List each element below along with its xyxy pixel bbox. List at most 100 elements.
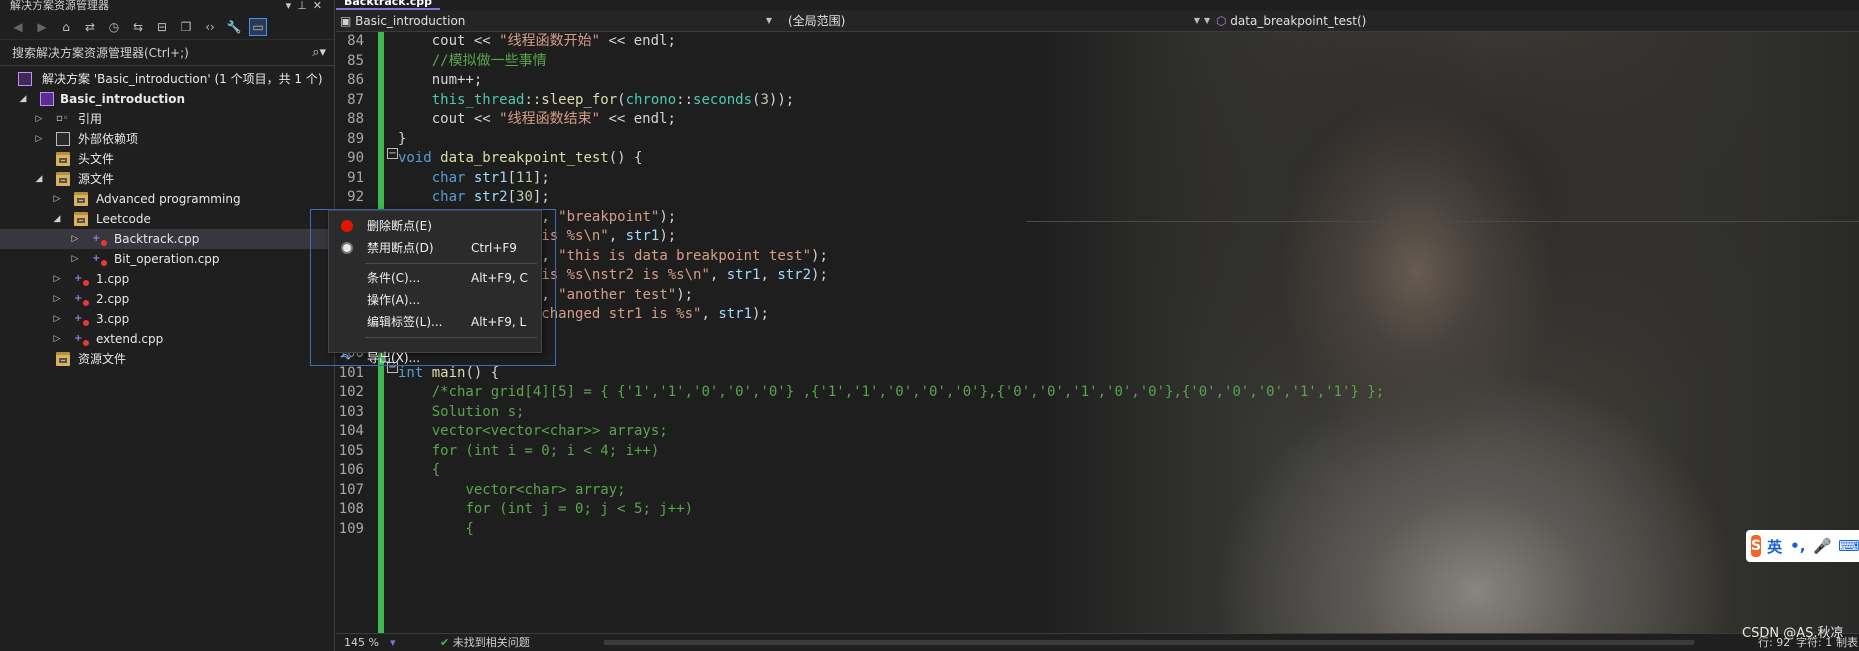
close-icon[interactable]: ✕ bbox=[313, 0, 328, 12]
scope-dropdown[interactable]: (全局范围) ▼ bbox=[788, 10, 1206, 32]
collapse-arrow-icon[interactable]: ▷ bbox=[70, 249, 80, 269]
pending-changes-icon[interactable]: ◷ bbox=[106, 19, 122, 35]
collapse-arrow-icon[interactable]: ▷ bbox=[52, 329, 62, 349]
dropdown-icon[interactable]: ▾ bbox=[286, 0, 298, 12]
tree-item-references[interactable]: ▷ ▫◦ 引用 bbox=[0, 109, 334, 129]
ime-toolbar[interactable]: S 英 •, 🎤 ⌨ bbox=[1746, 530, 1859, 562]
menu-item-export[interactable]: ↷ 导出(X)... bbox=[329, 347, 541, 369]
search-icon[interactable]: ⌕▾ bbox=[312, 45, 326, 60]
code-line: } bbox=[398, 325, 1859, 345]
code-view-icon[interactable]: ‹› bbox=[202, 19, 218, 35]
menu-item-conditions[interactable]: 条件(C)... Alt+F9, C bbox=[329, 267, 541, 289]
collapse-arrow-icon[interactable]: ▷ bbox=[52, 289, 62, 309]
issues-indicator[interactable]: ✔ 未找到相关问题 bbox=[440, 634, 530, 651]
tree-item-leetcode[interactable]: ◢ Leetcode bbox=[0, 209, 334, 229]
tree-item-backtrack-cpp[interactable]: ▷ + Backtrack.cpp bbox=[0, 229, 334, 249]
line-number: 87 bbox=[347, 91, 364, 108]
microphone-icon[interactable]: 🎤 bbox=[1813, 537, 1832, 555]
search-input[interactable]: 搜索解决方案资源管理器(Ctrl+;) bbox=[12, 44, 189, 61]
collapse-arrow-icon[interactable]: ▷ bbox=[70, 229, 80, 249]
code-line: char str1[11]; bbox=[431, 169, 550, 186]
solution-explorer-search[interactable]: 搜索解决方案资源管理器(Ctrl+;) ⌕▾ bbox=[0, 40, 334, 66]
ime-language[interactable]: 英 bbox=[1767, 536, 1782, 557]
issues-text: 未找到相关问题 bbox=[452, 636, 530, 649]
pin-icon[interactable]: ⊥ bbox=[297, 0, 313, 12]
menu-item-shortcut: Alt+F9, C bbox=[471, 271, 528, 285]
code-line: this_thread::sleep_for(chrono::seconds(3… bbox=[431, 91, 795, 108]
properties-wrench-icon[interactable]: 🔧 bbox=[226, 19, 242, 35]
external-deps-icon bbox=[56, 132, 70, 146]
code-line: printf("this changed str1 is %s", str1); bbox=[432, 306, 769, 322]
expand-arrow-icon[interactable]: ◢ bbox=[34, 169, 44, 189]
function-dropdown[interactable]: ▼ ⬡ data_breakpoint_test() bbox=[1204, 10, 1856, 32]
back-icon[interactable]: ◀ bbox=[10, 19, 26, 35]
collapse-all-icon[interactable]: ⊟ bbox=[154, 19, 170, 35]
zoom-dropdown-icon[interactable]: ▾ bbox=[390, 634, 396, 651]
status-bar: 145 % ▾ ✔ 未找到相关问题 行: 92 字符: 1 制表符 bbox=[336, 633, 1859, 651]
tree-item-label: extend.cpp bbox=[96, 332, 164, 346]
collapse-arrow-icon[interactable]: ▷ bbox=[52, 269, 62, 289]
tree-item-label: Backtrack.cpp bbox=[114, 232, 200, 246]
expand-arrow-icon[interactable]: ◢ bbox=[18, 89, 28, 109]
filter-folder-icon bbox=[56, 352, 70, 366]
solution-explorer-title-bar: 解决方案资源管理器 ▾⊥✕ bbox=[0, 0, 334, 14]
tree-item-headers[interactable]: 头文件 bbox=[0, 149, 334, 169]
switch-views-icon[interactable]: ⇄ bbox=[82, 19, 98, 35]
preview-selected-icon[interactable]: ▭ bbox=[249, 17, 267, 36]
tree-project[interactable]: ◢ Basic_introduction bbox=[0, 89, 334, 109]
code-line: Solution s; bbox=[431, 403, 525, 420]
chevron-down-icon: ▼ bbox=[1204, 16, 1211, 25]
tree-item-sources[interactable]: ◢ 源文件 bbox=[0, 169, 334, 189]
show-all-files-icon[interactable]: ❐ bbox=[178, 19, 194, 35]
tree-item-2-cpp[interactable]: ▷ + 2.cpp bbox=[0, 289, 334, 309]
collapse-arrow-icon[interactable]: ▷ bbox=[52, 189, 62, 209]
punctuation-icon[interactable]: •, bbox=[1790, 537, 1805, 555]
tree-solution[interactable]: 解决方案 'Basic_introduction' (1 个项目，共 1 个) bbox=[0, 69, 334, 89]
tree-item-label: Leetcode bbox=[96, 212, 151, 226]
zoom-level[interactable]: 145 % bbox=[344, 634, 379, 651]
menu-item-disable-breakpoint[interactable]: 禁用断点(D) Ctrl+F9 bbox=[329, 237, 541, 259]
code-line: } bbox=[398, 130, 407, 147]
tree-item-advanced-programming[interactable]: ▷ Advanced programming bbox=[0, 189, 334, 209]
tree-item-label: 2.cpp bbox=[96, 292, 130, 306]
horizontal-scrollbar[interactable] bbox=[604, 640, 1694, 645]
menu-item-actions[interactable]: 操作(A)... bbox=[329, 289, 541, 311]
fold-toggle-icon[interactable]: − bbox=[387, 148, 398, 159]
keyboard-icon[interactable]: ⌨ bbox=[1838, 537, 1859, 555]
menu-item-label: 禁用断点(D) bbox=[367, 241, 434, 255]
tree-item-label: 资源文件 bbox=[78, 352, 127, 366]
cpp-file-icon: + bbox=[74, 292, 89, 306]
expand-arrow-icon[interactable]: ◢ bbox=[52, 209, 62, 229]
code-area[interactable]: cout << "线程函数开始" << endl; //模拟做一些事情 num+… bbox=[398, 32, 1859, 539]
code-line: for (int i = 0; i < 4; i++) bbox=[431, 442, 660, 459]
project-dropdown[interactable]: ▣ Basic_introduction ▼ bbox=[340, 10, 778, 32]
menu-item-label: 编辑标签(L)... bbox=[367, 315, 443, 329]
tree-item-external-deps[interactable]: ▷ 外部依赖项 bbox=[0, 129, 334, 149]
tree-item-extend-cpp[interactable]: ▷ + extend.cpp bbox=[0, 329, 334, 349]
tree-item-label: Advanced programming bbox=[96, 192, 241, 206]
home-icon[interactable]: ⌂ bbox=[58, 19, 74, 35]
collapse-arrow-icon[interactable]: ▷ bbox=[52, 309, 62, 329]
collapse-arrow-icon[interactable]: ▷ bbox=[34, 129, 44, 149]
menu-item-shortcut: Alt+F9, L bbox=[471, 315, 527, 329]
line-number: 85 bbox=[347, 52, 364, 69]
code-line: { bbox=[465, 520, 474, 537]
code-line: cout << "线程函数结束" << endl; bbox=[398, 111, 676, 127]
solution-icon bbox=[18, 72, 32, 86]
tree-item-1-cpp[interactable]: ▷ + 1.cpp bbox=[0, 269, 334, 289]
disable-breakpoint-icon bbox=[341, 242, 353, 254]
menu-item-edit-labels[interactable]: 编辑标签(L)... Alt+F9, L bbox=[329, 311, 541, 333]
code-line: { bbox=[431, 462, 441, 478]
forward-icon[interactable]: ▶ bbox=[34, 19, 50, 35]
menu-item-delete-breakpoint[interactable]: 删除断点(E) bbox=[329, 215, 541, 237]
tree-item-3-cpp[interactable]: ▷ + 3.cpp bbox=[0, 309, 334, 329]
tab-backtrack-cpp[interactable]: Backtrack.cpp bbox=[336, 0, 441, 10]
collapse-arrow-icon[interactable]: ▷ bbox=[34, 109, 44, 129]
tree-item-resources[interactable]: 资源文件 bbox=[0, 349, 334, 369]
cpp-file-icon: + bbox=[74, 332, 89, 346]
menu-item-label: 导出(X)... bbox=[367, 351, 421, 365]
tree-item-bit-operation-cpp[interactable]: ▷ + Bit_operation.cpp bbox=[0, 249, 334, 269]
sync-icon[interactable]: ⇆ bbox=[130, 19, 146, 35]
solution-explorer-toolbar: ◀ ▶ ⌂ ⇄ ◷ ⇆ ⊟ ❐ ‹› 🔧 ▭ bbox=[0, 14, 334, 40]
code-editor: Backtrack.cpp ▣ Basic_introduction ▼ (全局… bbox=[336, 0, 1859, 651]
